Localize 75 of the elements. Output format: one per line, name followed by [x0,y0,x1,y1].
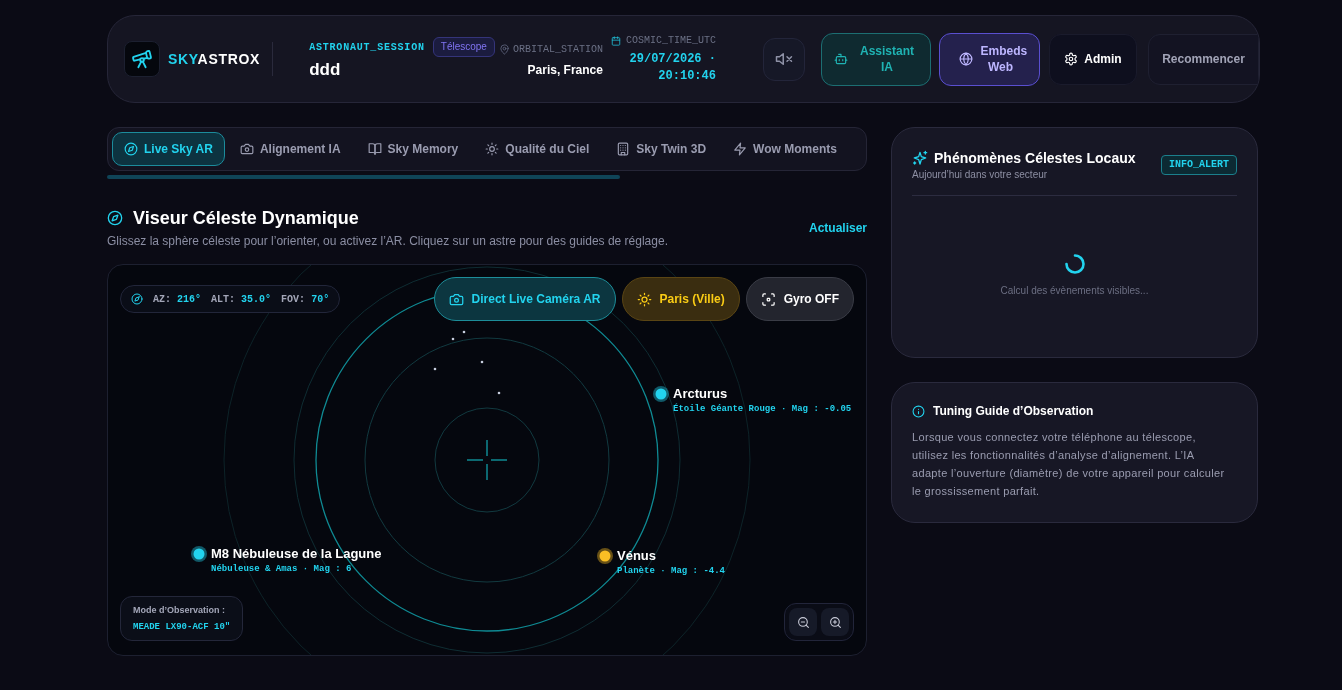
compass-icon [107,210,123,226]
tab[interactable]: Sky Memory [355,132,471,166]
robot-icon [834,52,848,66]
building-icon [616,142,631,156]
book-icon [367,142,382,156]
sun-icon [636,291,652,307]
mode-label: Mode d’Observation : [133,604,226,616]
alert-badge: INFO_ALERT [1161,155,1237,175]
orientation-reading: AZ: 216° [153,292,202,307]
camera-icon [239,142,254,156]
events-subtitle: Aujourd’hui dans votre secteur [912,168,1049,182]
orientation-reading: FOV: 70° [281,292,330,307]
sky-object-name: Arcturus [673,386,729,402]
orientation-reading: ALT: 35.0° [211,292,272,307]
admin-button[interactable]: Admin [1049,33,1137,85]
viewer-subtitle: Glissez la sphère céleste pour l’orienter, ou activez l’AR. Cliquez sur un astre pour des guides de réglage. [107,233,668,249]
viewer-title: Viseur Céleste Dynamique [133,207,359,230]
camera-icon [448,291,464,307]
scrollbar-thumb[interactable] [107,175,620,179]
settings-icon [1064,52,1079,66]
sparkles-icon [912,150,928,166]
scan-icon [760,291,776,307]
brand-name: SKYASTROX [168,49,261,69]
star-dot [433,367,437,371]
mute-button[interactable] [763,37,805,81]
sky-object-detail: Planète · Mag : -4.4 [617,566,726,577]
zoom-in-button[interactable] [821,608,849,636]
sky-object-marker-icon[interactable] [653,386,669,402]
tab[interactable]: Live Sky AR [112,132,225,166]
restart-button[interactable]: Recommencer [1148,33,1259,85]
sky-object-detail: Nébuleuse & Amas · Mag : 6 [211,564,353,575]
camera-toggle-button[interactable]: Direct Live Caméra AR [433,277,616,321]
location-pin-icon [498,43,510,55]
zoom-out-icon [796,615,810,629]
star-dot [497,391,501,395]
session-name: ddd [309,59,342,81]
sky-object-name: Vénus [617,548,657,564]
session-label: ASTRONAUT_SESSION [309,40,425,55]
location-mode-button[interactable]: Paris (Ville) [621,277,740,321]
tab[interactable]: Wow Moments [721,132,849,166]
refresh-link[interactable]: Actualiser [808,218,867,237]
compass-icon [124,142,138,156]
guide-title: Tuning Guide d’Observation [933,403,1094,419]
assistant-button[interactable]: Assistant IA [821,32,931,86]
star-dot [480,360,484,364]
guide-text: Lorsque vous connectez votre téléphone au télescope, utilisez les fonctionnalités d’analyse d’alignement. L’IA adapte l’ouverture (diamètre) de votre appareil pour calculer le grossissement parfait. [912,430,1226,499]
calendar-icon [610,35,621,46]
mode-value: MEADE LX90-ACF 10" [133,621,231,633]
clock-label: COSMIC_TIME_UTC [625,34,716,48]
star-dot [451,337,455,341]
loading-status: Calcul des évènements visibles... [1000,284,1149,298]
events-title: Phénomènes Célestes Locaux [934,149,1136,168]
zoom-out-button[interactable] [789,608,817,636]
sun-icon [485,142,500,156]
sky-object-marker-icon[interactable] [191,546,207,562]
station-location: Paris, France [527,61,603,79]
compass-icon [131,293,143,305]
star-dot [462,330,466,334]
crosshair [466,439,508,481]
sky-object-marker-icon[interactable] [597,548,613,564]
globe-icon [958,52,973,66]
tab[interactable]: Sky Twin 3D [604,132,719,166]
zoom-in-icon [828,615,842,629]
telescope-logo-icon [124,41,160,77]
gyro-button[interactable]: Gyro OFF [745,277,854,321]
info-icon [912,404,925,418]
lightning-icon [733,142,748,156]
sky-object-detail: Étoile Géante Rouge · Mag : -0.05 [673,404,852,415]
sky-object-name: M8 Nébuleuse de la Lagune [211,546,382,562]
tab[interactable]: Alignement IA [227,132,353,166]
device-badge: Télescope [432,37,495,57]
embeds-button[interactable]: Embeds Web [939,32,1040,86]
station-label: ORBITAL_STATION [512,42,603,57]
clock-datetime: 29/07/2026 · 20:10:46 [628,51,716,85]
tab[interactable]: Qualité du Ciel [473,132,602,166]
